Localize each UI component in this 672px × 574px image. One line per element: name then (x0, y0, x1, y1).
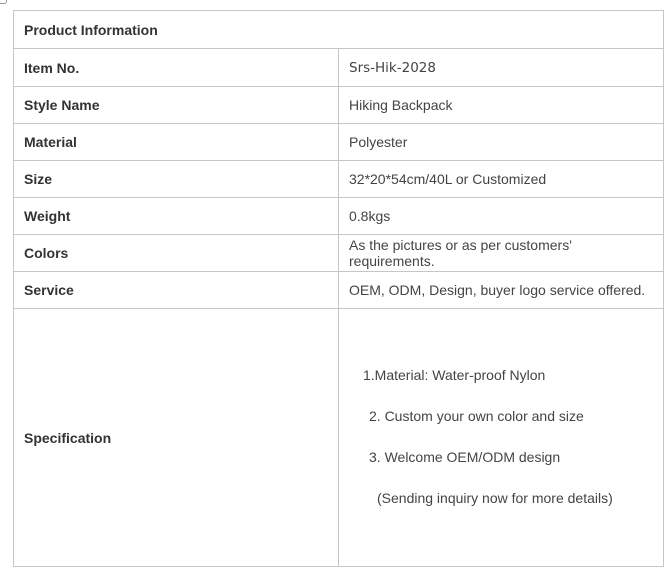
table-header-row: Product Information (13, 10, 664, 49)
row-label: Colors (13, 234, 339, 272)
row-value: Polyester (338, 123, 664, 161)
table-row-colors: Colors As the pictures or as per custome… (13, 234, 664, 272)
table-row-service: Service OEM, ODM, Design, buyer logo ser… (13, 271, 664, 309)
table-title: Product Information (13, 10, 664, 49)
row-label: Specification (13, 308, 339, 567)
spec-line: 2. Custom your own color and size (369, 408, 584, 424)
row-value: As the pictures or as per customers' req… (338, 234, 664, 272)
row-label: Size (13, 160, 339, 198)
row-value: Srs-Hik-2028 (338, 48, 664, 87)
table-row-weight: Weight 0.8kgs (13, 197, 664, 235)
row-value: OEM, ODM, Design, buyer logo service off… (338, 271, 664, 309)
corner-decoration (0, 0, 7, 4)
table-row-size: Size 32*20*54cm/40L or Customized (13, 160, 664, 198)
table-row-specification: Specification 1.Material: Water-proof Ny… (13, 308, 664, 567)
specification-details: 1.Material: Water-proof Nylon 2. Custom … (338, 308, 664, 567)
row-value: 32*20*54cm/40L or Customized (338, 160, 664, 198)
table-row-style-name: Style Name Hiking Backpack (13, 86, 664, 124)
specification-list: 1.Material: Water-proof Nylon 2. Custom … (349, 368, 653, 507)
row-label: Service (13, 271, 339, 309)
table-row-material: Material Polyester (13, 123, 664, 161)
spec-line: 1.Material: Water-proof Nylon (363, 367, 546, 383)
product-information-table: Product Information Item No. Srs-Hik-202… (13, 10, 664, 567)
row-label: Material (13, 123, 339, 161)
table-row-item-no: Item No. Srs-Hik-2028 (13, 48, 664, 87)
row-label: Weight (13, 197, 339, 235)
row-value: Hiking Backpack (338, 86, 664, 124)
spec-line: 3. Welcome OEM/ODM design (369, 449, 561, 465)
row-label: Style Name (13, 86, 339, 124)
row-label: Item No. (13, 48, 339, 87)
row-value: 0.8kgs (338, 197, 664, 235)
spec-line: (Sending inquiry now for more details) (377, 490, 613, 506)
